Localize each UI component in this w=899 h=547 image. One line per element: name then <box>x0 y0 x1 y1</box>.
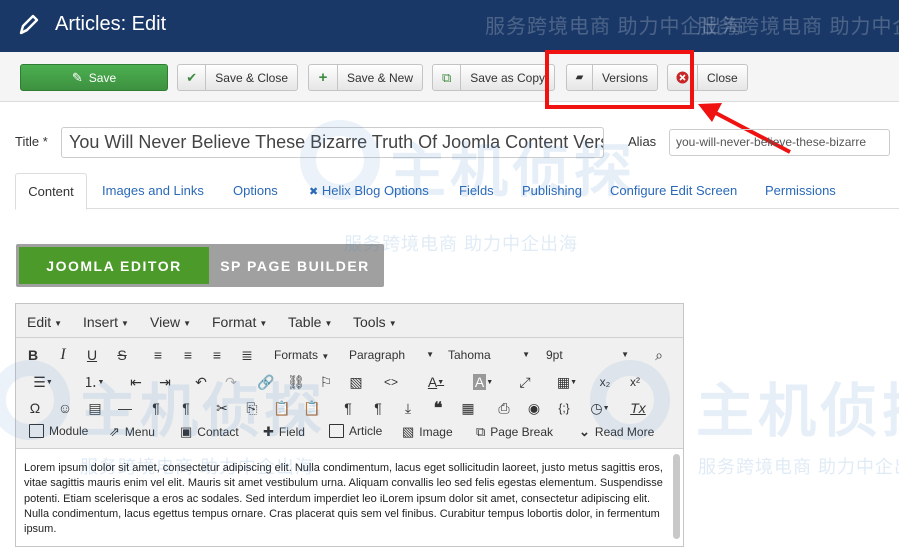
table-icon[interactable]: ▦ ▼ <box>552 371 582 393</box>
editor-menubar: Edit ▼ Insert ▼ View ▼ Format ▼ Table ▼ Tools… <box>16 304 683 338</box>
title-label: Title * <box>15 134 48 149</box>
formats-dropdown[interactable]: Formats ▼ <box>274 348 329 362</box>
align-justify-icon[interactable]: ≣ <box>238 344 256 366</box>
strikethrough-icon[interactable]: S <box>113 344 131 366</box>
save-button[interactable]: ✎ Save <box>20 64 168 91</box>
text-color-icon[interactable]: A ▼ <box>418 371 454 393</box>
insert-article-button[interactable]: Article <box>329 424 382 438</box>
menu-table[interactable]: Table ▼ <box>288 314 332 330</box>
save-close-button[interactable]: ✔ Save & Close <box>177 64 298 91</box>
background-color-icon[interactable]: A ▼ <box>465 371 501 393</box>
picture-icon: ▧ <box>402 424 415 439</box>
code-icon[interactable]: <> <box>382 371 400 393</box>
tab-images-and-links[interactable]: Images and Links <box>102 173 204 209</box>
insert-time-icon[interactable]: ⤓ <box>399 397 417 419</box>
align-center-icon[interactable]: ≡ <box>179 344 197 366</box>
caret-down-icon: ▼ <box>388 318 397 328</box>
page-copy-icon: ⧉ <box>476 424 486 439</box>
menu-edit[interactable]: Edit ▼ <box>27 314 62 330</box>
menu-format[interactable]: Format ▼ <box>212 314 267 330</box>
visual-blocks-icon[interactable]: ¶ <box>369 397 387 419</box>
page-header: Articles: Edit 服务跨境电商 助力中企出海 服务跨境电商 助力中企… <box>0 0 899 52</box>
editor-scrollbar[interactable] <box>673 454 680 539</box>
watermark-brand: 主机侦探 <box>78 379 327 444</box>
watermark-brand: 主机侦探 <box>696 379 899 444</box>
check-icon: ✔ <box>178 65 207 90</box>
tab-content[interactable]: Content <box>15 173 87 210</box>
tab-options[interactable]: Options <box>233 173 278 209</box>
page-title: Articles: Edit <box>55 13 167 35</box>
editor-switch: JOOMLA EDITOR SP PAGE BUILDER <box>16 244 384 287</box>
caret-down-icon: ▼ <box>54 318 63 328</box>
save-new-button[interactable]: + Save & New <box>308 64 423 91</box>
plus-icon: + <box>309 65 338 90</box>
print-icon[interactable]: ⎙ <box>495 397 513 419</box>
copy-icon: ⧉ <box>433 65 462 90</box>
versions-highlight-box <box>545 50 694 109</box>
template-icon[interactable]: ▦ <box>459 397 477 419</box>
article-icon <box>329 424 344 438</box>
watermark-brand: 主机侦探 <box>388 139 637 204</box>
find-replace-icon[interactable]: ⌕ <box>650 344 668 366</box>
insert-image-button[interactable]: ▧ Image <box>402 424 453 440</box>
joomla-editor-button[interactable]: JOOMLA EDITOR <box>19 247 209 284</box>
caret-down-icon: ▼ <box>324 318 333 328</box>
pencil-icon <box>19 14 39 35</box>
alias-input[interactable]: you-will-never-believe-these-bizarre <box>669 129 890 156</box>
align-left-icon[interactable]: ≡ <box>149 344 167 366</box>
watermark-logo-icon <box>590 360 670 440</box>
font-size-dropdown[interactable]: 9pt ▼ <box>546 348 629 362</box>
menu-insert[interactable]: Insert ▼ <box>83 314 129 330</box>
image-icon[interactable]: ▧ <box>347 371 365 393</box>
insert-page-break-button[interactable]: ⧉ Page Break <box>476 424 553 440</box>
chevron-down-icon: ⌄ <box>579 424 590 439</box>
italic-icon[interactable]: I <box>54 344 72 366</box>
visual-chars-icon[interactable]: ¶ <box>339 397 357 419</box>
watermark-text: 服务跨境电商 助力中企出海 <box>697 16 899 38</box>
watermark-text: 服务跨境电商 助力中企出海 <box>344 234 578 254</box>
watermark-logo-icon <box>300 120 380 200</box>
fullscreen-icon[interactable]: ⤢ <box>516 371 534 393</box>
save-copy-button[interactable]: ⧉ Save as Copy <box>432 64 555 91</box>
menu-tools[interactable]: Tools ▼ <box>353 314 397 330</box>
font-family-dropdown[interactable]: Tahoma ▼ <box>448 348 530 362</box>
block-format-dropdown[interactable]: Paragraph ▼ <box>349 348 434 362</box>
tab-permissions[interactable]: Permissions <box>765 173 836 209</box>
underline-icon[interactable]: U <box>83 344 101 366</box>
caret-down-icon: ▼ <box>259 318 268 328</box>
source-code-icon[interactable]: {;} <box>555 397 573 419</box>
watermark-text: 服务跨境电商 助力中企出海 <box>698 457 899 477</box>
caret-down-icon: ▼ <box>183 318 192 328</box>
watermark-text: 服务跨境电商 助力中企出海 <box>80 457 314 477</box>
caret-down-icon: ▼ <box>121 318 129 328</box>
edit-icon: ✎ <box>71 69 83 85</box>
menu-view[interactable]: View ▼ <box>150 314 191 330</box>
align-right-icon[interactable]: ≡ <box>208 344 226 366</box>
blockquote-icon[interactable]: ❝ <box>429 397 447 419</box>
preview-icon[interactable]: ◉ <box>525 397 543 419</box>
